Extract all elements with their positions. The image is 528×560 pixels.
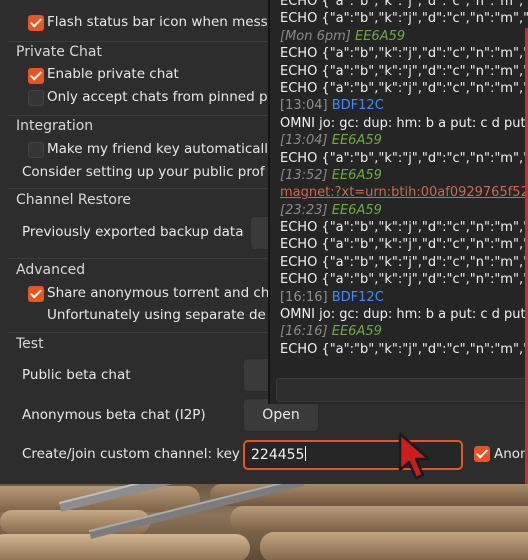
enable-private-chat-label: Enable private chat — [47, 66, 179, 82]
private-chat-heading: Private Chat — [16, 44, 102, 60]
section-divider — [8, 188, 276, 189]
pinned-only-label: Only accept chats from pinned pe — [47, 89, 276, 105]
chat-message: ECHO {"a":"b","k":"j","d":"c","n":"m","i… — [280, 45, 528, 62]
chat-sender-header: [13:04] BDF12C — [280, 97, 528, 114]
chat-message-input[interactable] — [276, 378, 528, 402]
anon-checkbox[interactable] — [474, 446, 490, 462]
custom-channel-key-value: 224455 — [251, 447, 305, 463]
chat-nickname[interactable]: EE6A59 — [328, 133, 382, 148]
section-divider — [8, 258, 276, 259]
channel-restore-heading: Channel Restore — [16, 192, 132, 208]
chat-sender-header: [23:23] EE6A59 — [280, 202, 528, 219]
enable-private-chat-checkbox[interactable] — [28, 68, 44, 84]
chat-message: ECHO {"a":"b","k":"j","d":"c","n":"m","i… — [280, 0, 528, 10]
chat-message-text: ECHO {"a":"b","k":"j","d":"c","n":"m","i… — [280, 254, 528, 270]
chat-message: OMNI jo: gc: dup: hm: b a put: c d put: … — [280, 115, 528, 132]
chat-message: ECHO {"a":"b","k":"j","d":"c","n":"m","i… — [280, 63, 528, 80]
chat-message-text: ECHO {"a":"b","k":"j","d":"c","n":"m","i… — [280, 46, 528, 62]
section-divider — [8, 115, 276, 116]
chat-message: ECHO {"a":"b","k":"j","d":"c","n":"m","i… — [280, 150, 528, 167]
chat-timestamp: [16:16] — [280, 324, 328, 340]
chat-window: ECHO {"a":"b","k":"j","d":"c","n":"m","i… — [268, 0, 528, 404]
chat-message: ECHO {"a":"b","k":"j","d":"c","n":"m","i… — [280, 341, 528, 358]
chat-nickname[interactable]: EE6A59 — [328, 324, 382, 339]
share-torrent-checkbox[interactable] — [28, 286, 44, 302]
chat-log: ECHO {"a":"b","k":"j","d":"c","n":"m","i… — [280, 0, 528, 358]
chat-message-text: ECHO {"a":"b","k":"j","d":"c","n":"m","i… — [280, 11, 528, 27]
chat-sender-header: [Mon 6pm] EE6A59 — [280, 28, 528, 45]
backup-data-text: Previously exported backup data — [22, 224, 244, 240]
anon-beta-label: Anonymous beta chat (I2P) — [22, 407, 206, 423]
chat-message: ECHO {"a":"b","k":"j","d":"c","n":"m","i… — [280, 10, 528, 27]
friend-key-checkbox[interactable] — [28, 142, 44, 158]
chat-timestamp: [13:04] — [280, 133, 328, 149]
chat-message-text: ECHO {"a":"b","k":"j","d":"c","n":"m","i… — [280, 80, 528, 96]
chat-magnet-link: magnet:?xt=urn:btih:00af0929765f52 — [280, 184, 528, 201]
chat-message: ECHO {"a":"b","k":"j","d":"c","n":"m","i… — [280, 80, 528, 97]
advanced-heading: Advanced — [16, 262, 86, 278]
magnet-link-text[interactable]: magnet:?xt=urn:btih:00af0929765f52 — [280, 185, 528, 200]
chat-timestamp: [16:16] — [280, 289, 328, 305]
integration-heading: Integration — [16, 118, 94, 134]
mouse-cursor-icon — [398, 432, 431, 480]
chat-message-text: ECHO {"a":"b","k":"j","d":"c","n":"m","i… — [280, 0, 528, 9]
anon-checkbox-label: Anon — [494, 446, 528, 462]
chat-message-text: ECHO {"a":"b","k":"j","d":"c","n":"m","i… — [280, 272, 528, 288]
chat-message-text: ECHO {"a":"b","k":"j","d":"c","n":"m","i… — [280, 63, 528, 79]
chat-nickname[interactable]: EE6A59 — [328, 168, 382, 183]
chat-message-text: OMNI jo: gc: dup: hm: b a put: c d put: … — [280, 307, 528, 323]
wallpaper-log — [260, 532, 528, 560]
public-profile-text: Consider setting up your public prof — [22, 164, 265, 180]
chat-message-text: ECHO {"a":"b","k":"j","d":"c","n":"m","i… — [280, 237, 528, 253]
chat-timestamp: [23:23] — [280, 202, 328, 218]
chat-message-text: ECHO {"a":"b","k":"j","d":"c","n":"m","i… — [280, 220, 528, 236]
chat-sender-header: [16:16] EE6A59 — [280, 323, 528, 340]
public-beta-label: Public beta chat — [22, 367, 131, 383]
chat-timestamp: [13:04] — [280, 98, 328, 114]
chat-nickname[interactable]: EE6A59 — [328, 203, 382, 218]
flash-status-checkbox[interactable] — [28, 15, 44, 31]
wallpaper-log — [0, 534, 250, 560]
desktop-wallpaper — [0, 484, 528, 560]
chat-message: ECHO {"a":"b","k":"j","d":"c","n":"m","i… — [280, 219, 528, 236]
share-torrent-label: Share anonymous torrent and ch — [47, 285, 270, 301]
chat-message: OMNI jo: gc: dup: hm: b a put: c d put: … — [280, 306, 528, 323]
section-divider — [8, 332, 276, 333]
section-divider — [8, 41, 276, 42]
chat-sender-header: [16:16] BDF12C — [280, 289, 528, 306]
wallpaper-log — [230, 506, 528, 532]
chat-message: ECHO {"a":"b","k":"j","d":"c","n":"m","i… — [280, 254, 528, 271]
chat-timestamp: [13:52] — [280, 167, 328, 183]
chat-message-text: ECHO {"a":"b","k":"j","d":"c","n":"m","i… — [280, 341, 528, 357]
chat-nickname[interactable]: BDF12C — [328, 290, 384, 305]
chat-nickname[interactable]: EE6A59 — [351, 29, 405, 44]
test-heading: Test — [16, 336, 44, 352]
chat-message-text: ECHO {"a":"b","k":"j","d":"c","n":"m","i… — [280, 150, 528, 166]
chat-sender-header: [13:52] EE6A59 — [280, 167, 528, 184]
friend-key-label: Make my friend key automatically — [47, 141, 277, 157]
chat-nickname[interactable]: BDF12C — [328, 98, 384, 113]
text-caret — [305, 446, 307, 461]
chat-sender-header: [13:04] EE6A59 — [280, 132, 528, 149]
separate-device-note: Unfortunately using separate de — [47, 307, 266, 323]
custom-channel-label: Create/join custom channel: key — [22, 446, 240, 462]
chat-message: ECHO {"a":"b","k":"j","d":"c","n":"m","i… — [280, 236, 528, 253]
chat-message: ECHO {"a":"b","k":"j","d":"c","n":"m","i… — [280, 271, 528, 288]
pinned-only-checkbox[interactable] — [28, 90, 44, 106]
chat-timestamp: [Mon 6pm] — [280, 28, 351, 44]
flash-status-label: Flash status bar icon when messa — [47, 14, 276, 30]
chat-message-text: OMNI jo: gc: dup: hm: b a put: c d put: … — [280, 115, 528, 131]
